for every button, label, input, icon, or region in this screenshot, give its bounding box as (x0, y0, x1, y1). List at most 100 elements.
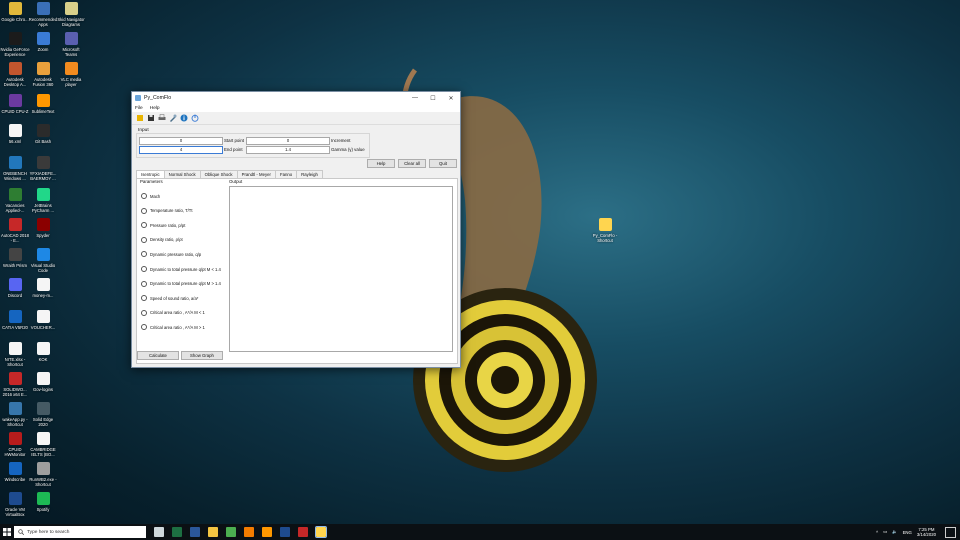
input-group: 0 Start point 0 Increment 4 End point 1.… (136, 133, 370, 158)
network-icon[interactable]: ▭ (883, 529, 887, 535)
quit-button[interactable]: Quit (429, 159, 457, 168)
desktop-icon[interactable]: SublimeText (28, 94, 58, 114)
desktop-icon[interactable]: Google Chro... (0, 2, 30, 22)
desktop-icon-label: Discord (7, 293, 23, 298)
clear-all-button[interactable]: Clear all (398, 159, 426, 168)
desktop-icon[interactable]: Nvidia GeForce Experience (0, 32, 30, 57)
desktop-icon[interactable]: KOK (28, 342, 58, 362)
output-textbox[interactable] (229, 186, 453, 352)
desktop-icon[interactable]: ONEBENCH Windows ... (0, 156, 30, 181)
start-point-field[interactable]: 0 (139, 137, 223, 145)
desktop-icon[interactable]: YFXIADEFE... BAERMOY ... (28, 156, 58, 181)
tab-isentropic[interactable]: Isentropic (136, 170, 165, 178)
sublime-icon[interactable] (262, 527, 272, 537)
blender-icon[interactable] (244, 527, 254, 537)
open-icon[interactable] (135, 114, 144, 123)
desktop-icon[interactable]: Discord (0, 278, 30, 298)
desktop-icon[interactable]: JetBrains PyCharm ... (28, 188, 58, 213)
volume-icon[interactable]: 🔈 (892, 529, 897, 535)
desktop-icon[interactable]: Zoom (28, 32, 58, 52)
help-button[interactable]: Help (367, 159, 395, 168)
title-bar[interactable]: Py_ComFlo — ☐ ✕ (132, 92, 460, 104)
tab-rayleigh[interactable]: Rayleigh (296, 170, 323, 178)
maximize-button[interactable]: ☐ (424, 95, 442, 102)
tab-fanno[interactable]: Fanno (274, 170, 298, 178)
close-button[interactable]: ✕ (442, 95, 460, 102)
notification-icon[interactable] (945, 527, 956, 538)
word-icon[interactable] (190, 527, 200, 537)
py-comflo-shortcut[interactable]: Py_ComFlo - Shortcut (590, 218, 620, 243)
settings-icon[interactable] (168, 114, 177, 123)
start-button[interactable] (0, 524, 14, 540)
excel-icon[interactable] (172, 527, 182, 537)
desktop-icon[interactable]: money-m... (28, 278, 58, 298)
desktop-icon[interactable]: VOUCHER... (28, 310, 58, 330)
desktop-icon[interactable]: Git Bash (28, 124, 58, 144)
desktop-icon[interactable]: 56.xml (0, 124, 30, 144)
tab-oblique-shock[interactable]: Oblique Shock (199, 170, 238, 178)
desktop-icon-label: Recommended Apps (28, 17, 58, 27)
desktop-icon[interactable]: Wraith Prism (0, 248, 30, 268)
desktop-icon[interactable]: Visual Studio Code (28, 248, 58, 273)
taskbar-search[interactable]: Type here to search (14, 526, 146, 538)
save-icon[interactable] (146, 114, 155, 123)
parameter-radio[interactable]: Dynamic to total pressure q/pt M < 1.4 (141, 266, 221, 272)
desktop-icon[interactable]: Recommended Apps (28, 2, 58, 27)
desktop-icon[interactable]: CPUID CPU-Z (0, 94, 30, 114)
file-explorer-icon[interactable] (208, 527, 218, 537)
desktop-icon-label: Zoom (37, 47, 49, 52)
desktop-icon[interactable]: Vacancies Applied-... (0, 188, 30, 213)
app-red-icon[interactable] (298, 527, 308, 537)
desktop-icon[interactable]: CPUID HWMonitor (0, 432, 30, 457)
clock[interactable]: 7:25 PM 3/14/2020 (917, 527, 936, 537)
chrome-icon[interactable] (226, 527, 236, 537)
calculate-button[interactable]: Calculate (137, 351, 179, 360)
desktop-icon[interactable]: Skid Navigator Diagrams (56, 2, 86, 27)
power-icon[interactable] (190, 114, 199, 123)
parameter-radio[interactable]: Critical area ratio , A*/A M > 1 (141, 324, 205, 331)
parameter-radio[interactable]: Critical area ratio , A*/A M < 1 (141, 309, 205, 316)
desktop-icon[interactable]: Oracle VM VirtualBox (0, 492, 30, 517)
desktop-icon[interactable]: NITE.xlsx - Shortcut (0, 342, 30, 367)
show-graph-button[interactable]: Show Graph (181, 351, 223, 360)
desktop-icon[interactable]: AutoCAD 2018 - E... (0, 218, 30, 243)
tab-normal-shock[interactable]: Normal Shock (163, 170, 201, 178)
minimize-button[interactable]: — (406, 95, 424, 101)
tab-prandtl-meyer[interactable]: Prandtl - Meyer (236, 170, 276, 178)
parameter-radio[interactable]: Pressure ratio, p/pt (141, 222, 185, 229)
menu-file[interactable]: File (135, 106, 143, 111)
desktop-icon[interactable]: wakeApp.py - Shortcut (0, 402, 30, 427)
tray-chevron-icon[interactable]: ^ (876, 530, 878, 535)
gamma-field[interactable]: 1.4 (246, 146, 330, 154)
print-icon[interactable] (157, 114, 166, 123)
parameter-radio[interactable]: Density ratio, ρ/ρt (141, 236, 183, 243)
desktop-app-icon (64, 2, 78, 15)
desktop-icon[interactable]: CAMBRIDGE IELTS (BO... (28, 432, 58, 457)
desktop-icon[interactable]: Microsoft Teams (56, 32, 86, 57)
menu-help[interactable]: Help (150, 106, 160, 111)
desktop-icon[interactable]: Autodesk Desktop A... (0, 62, 30, 87)
py-comflo-icon[interactable] (315, 526, 327, 538)
parameter-radio[interactable]: Mach (141, 193, 160, 199)
desktop-icon[interactable]: Spotify (28, 492, 58, 512)
desktop-icon[interactable]: Gov-logins (28, 372, 58, 392)
info-icon[interactable] (179, 114, 188, 123)
desktop-icon[interactable]: Autodesk Fusion 360 (28, 62, 58, 87)
desktop-icon[interactable]: Windscribe (0, 462, 30, 482)
parameter-radio[interactable]: Dynamic to total pressure q/pt M > 1.4 (141, 280, 221, 287)
desktop-icon[interactable]: Solid Edge 2020 (28, 402, 58, 427)
desktop-icon[interactable]: RunWB2.exe - Shortcut (28, 462, 58, 487)
virtualbox-icon[interactable] (280, 527, 290, 537)
desktop-icon[interactable]: CATIA V5R20 (0, 310, 30, 330)
parameter-radio[interactable]: Dynamic pressure ratio, q/p (141, 251, 201, 258)
end-point-field[interactable]: 4 (139, 146, 223, 154)
desktop-icon-label: Solid Edge 2020 (32, 417, 54, 427)
language-indicator[interactable]: ENG (903, 530, 912, 535)
desktop-icon[interactable]: VLC media player (56, 62, 86, 87)
parameter-radio[interactable]: Speed of sound ratio, a/a* (141, 295, 198, 302)
increment-field[interactable]: 0 (246, 137, 330, 145)
task-view-icon[interactable] (154, 527, 164, 537)
desktop-icon[interactable]: SOLIDWO... 2016 x64 E... (0, 372, 30, 397)
parameter-radio[interactable]: Temperature ratio, T/Tt (141, 207, 193, 214)
desktop-icon[interactable]: Spyder (28, 218, 58, 238)
